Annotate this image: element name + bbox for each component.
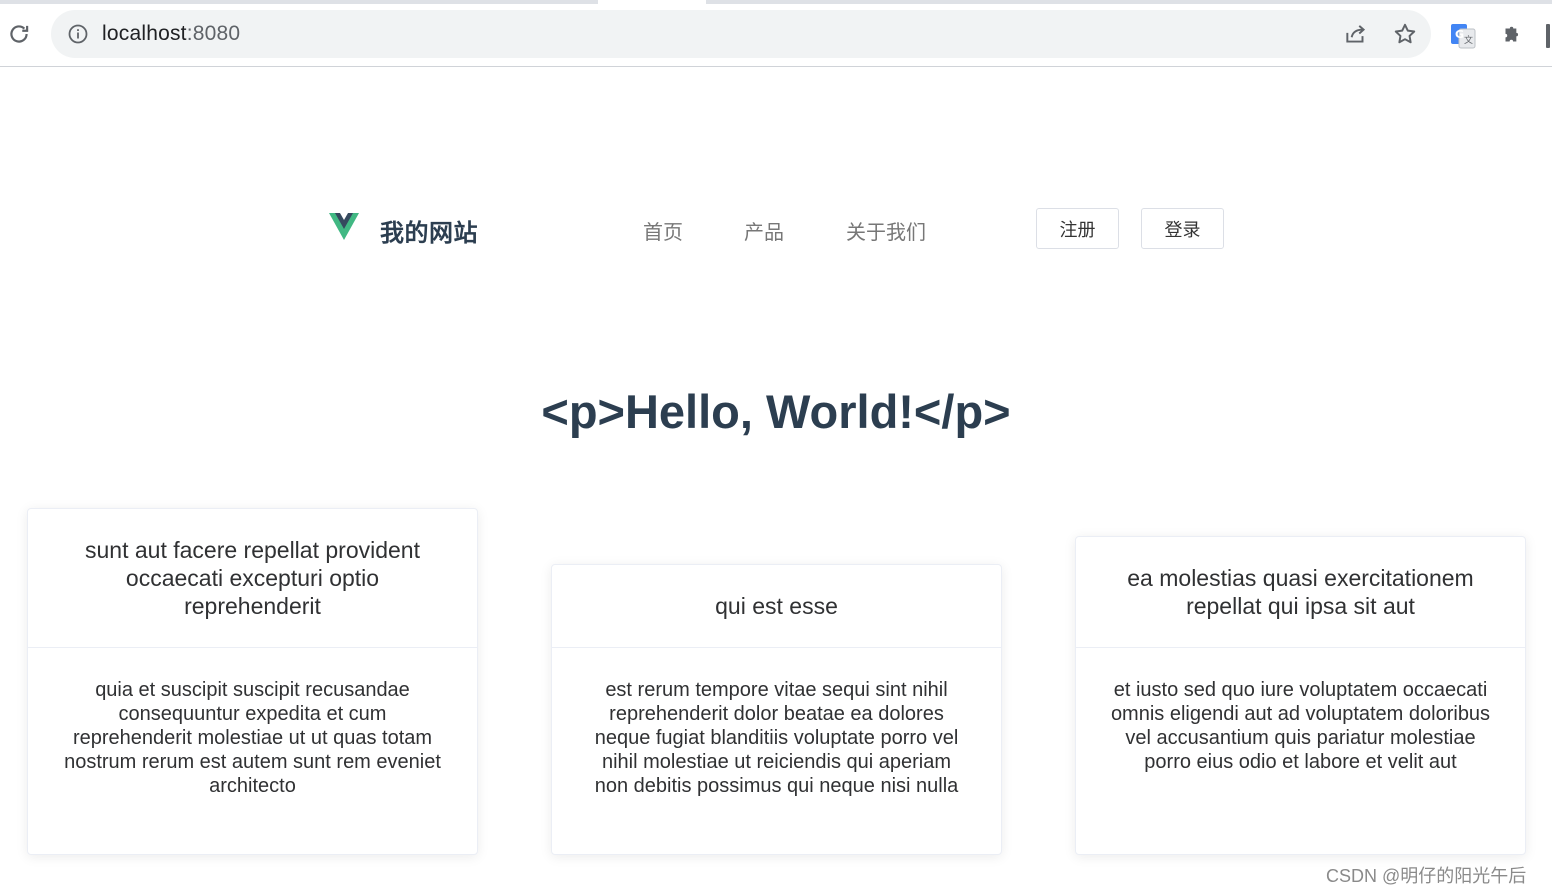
- nav-about[interactable]: 关于我们: [846, 216, 926, 245]
- card-body: quia et suscipit suscipit recusandae con…: [64, 679, 441, 797]
- svg-text:G: G: [1455, 28, 1464, 41]
- register-button[interactable]: 注册: [1036, 208, 1119, 249]
- share-icon[interactable]: [1343, 21, 1369, 47]
- info-icon[interactable]: [67, 23, 89, 45]
- url-text[interactable]: localhost:8080: [102, 22, 240, 46]
- extensions-icon[interactable]: [1499, 22, 1525, 48]
- star-icon[interactable]: [1392, 21, 1418, 47]
- url-port: :8080: [186, 22, 241, 45]
- card-title: ea molestias quasi exercitationem repell…: [1076, 537, 1525, 648]
- address-bar[interactable]: localhost:8080: [51, 10, 1431, 58]
- translate-icon[interactable]: G文: [1449, 22, 1477, 50]
- post-card: ea molestias quasi exercitationem repell…: [1075, 536, 1526, 855]
- nav-product[interactable]: 产品: [744, 216, 784, 245]
- card-title: sunt aut facere repellat provident occae…: [28, 509, 477, 648]
- reload-icon[interactable]: [6, 21, 32, 47]
- login-button[interactable]: 登录: [1141, 208, 1224, 249]
- browser-menu-edge[interactable]: [1546, 24, 1550, 48]
- browser-toolbar: localhost:8080 G文: [0, 4, 1552, 67]
- post-card: qui est esse est rerum tempore vitae seq…: [551, 564, 1002, 855]
- page-heading: <p>Hello, World!</p>: [541, 385, 1011, 438]
- watermark: CSDN @明仔的阳光午后: [1326, 866, 1527, 886]
- nav-home[interactable]: 首页: [643, 216, 683, 245]
- card-title: qui est esse: [552, 565, 1001, 648]
- card-body: est rerum tempore vitae sequi sint nihil…: [594, 679, 959, 797]
- vue-logo[interactable]: [329, 213, 359, 241]
- site-title[interactable]: 我的网站: [380, 213, 478, 248]
- card-body: et iusto sed quo iure voluptatem occaeca…: [1110, 679, 1491, 773]
- url-host: localhost: [102, 22, 187, 45]
- post-card: sunt aut facere repellat provident occae…: [27, 508, 478, 855]
- svg-text:文: 文: [1464, 34, 1473, 46]
